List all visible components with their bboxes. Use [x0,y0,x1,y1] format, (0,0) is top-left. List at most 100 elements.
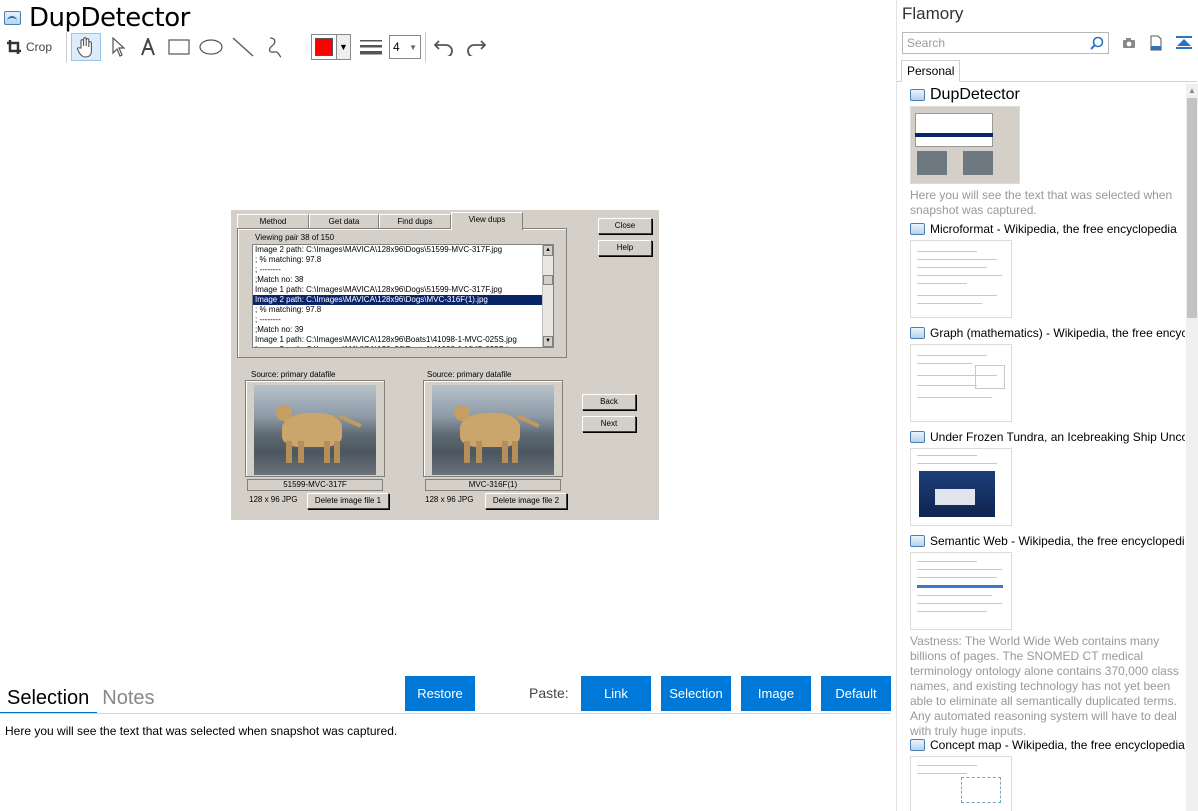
favicon-icon [910,739,925,751]
snapshot-list-line: Image 2 path: C:\Images\MAVICA\128x96\Do… [253,295,553,305]
scroll-thumb [543,275,553,285]
list-item-thumbnail [910,106,1020,184]
line-width-value: 4 [393,40,400,54]
list-item[interactable]: Microformat - Wikipedia, the free encycl… [910,222,1185,318]
snapshot-list-line: Image 2 path: C:\Images\MAVICA\128x96\Do… [255,245,503,254]
undo-icon [433,40,453,56]
select-tool-button[interactable] [105,33,131,61]
list-item-title: Under Frozen Tundra, an Icebreaking Ship… [930,430,1185,444]
snapshot-source-label-2: Source: primary datafile [427,370,512,379]
ellipse-tool-button[interactable] [197,33,225,61]
chevron-down-icon: ▼ [409,42,418,52]
favicon-icon [910,535,925,547]
hand-tool-button[interactable] [71,33,102,61]
list-item[interactable]: Semantic Web - Wikipedia, the free encyc… [910,534,1185,739]
scroll-thumb[interactable] [1187,98,1197,318]
arrow-pointer-icon [112,37,126,57]
freehand-tool-button[interactable] [261,33,289,61]
snapshot-filename-2: MVC-316F(1) [425,479,561,491]
color-swatch [315,38,334,56]
freehand-icon [268,37,282,58]
chevron-down-icon: ▼ [336,35,351,59]
dog-photo-2 [432,385,554,475]
favicon-icon [910,327,925,339]
list-item-title: DupDetector [930,86,1020,103]
favicon-icon [910,431,925,443]
list-item-thumbnail [910,344,1012,422]
tab-selection[interactable]: Selection [0,687,95,712]
paste-label: Paste: [529,685,569,701]
toolbar-separator [425,32,427,62]
scroll-down-icon: ▼ [543,336,553,347]
list-item-thumbnail [910,448,1012,526]
tab-personal[interactable]: Personal [901,60,961,82]
list-item-desc: Vastness: The World Wide Web contains ma… [910,634,1179,738]
rectangle-tool-button[interactable] [165,33,193,61]
snapshot-list-line: ; -------- [255,315,281,324]
flamory-sidebar: Flamory Search Personal DupDetector Here… [896,0,1198,811]
toolbar-separator [66,32,68,62]
line-width-icon [357,33,385,61]
line-width-select[interactable]: 4 ▼ [389,35,422,59]
line-icon [232,37,254,57]
annotation-toolbar: Crop ▼ 4 ▼ [0,32,494,62]
crop-label: Crop [26,40,53,54]
snapshot-list-line: Image 2 path: C:\Images\MAVICA\128x96\Bo… [253,345,553,347]
color-picker[interactable]: ▼ [311,34,352,60]
snapshot-filename-1: 51599-MVC-317F [247,479,383,491]
list-item[interactable]: Under Frozen Tundra, an Icebreaking Ship… [910,430,1185,526]
restore-button[interactable]: Restore [405,676,475,711]
search-icon[interactable] [1090,36,1104,53]
line-tool-button[interactable] [229,33,257,61]
list-item-thumbnail [910,552,1012,630]
tab-notes[interactable]: Notes [95,687,160,712]
paste-image-button[interactable]: Image [741,676,811,711]
list-item[interactable]: DupDetector Here you will see the text t… [910,86,1185,218]
snapshot-delete-1-button: Delete image file 1 [307,493,389,509]
bottom-divider [0,713,891,714]
list-item-title: Concept map - Wikipedia, the free encycl… [930,738,1185,752]
dog-photo-1 [254,385,376,475]
snapshot-help-button: Help [598,240,652,256]
snapshot-list-line: ; % matching: 97.8 [255,305,322,314]
text-icon [141,38,155,56]
title-row: DupDetector [4,3,190,33]
document-title: DupDetector [29,3,190,33]
list-item[interactable]: Graph (mathematics) - Wikipedia, the fre… [910,326,1185,422]
camera-icon[interactable] [1120,34,1138,52]
snapshot-list-line: ;Match no: 38 [255,275,304,284]
crop-button[interactable]: Crop [0,33,58,61]
snapshot-image: Method Get data Find dups View dups View… [231,210,659,520]
hand-icon [76,37,92,58]
redo-icon [467,40,487,56]
selection-text[interactable]: Here you will see the text that was sele… [5,724,397,738]
scroll-up-icon[interactable]: ▲ [1186,84,1198,98]
list-item-title: Graph (mathematics) - Wikipedia, the fre… [930,326,1185,340]
document-icon[interactable] [1147,34,1165,52]
search-input[interactable]: Search [902,32,1109,54]
paste-selection-button[interactable]: Selection [661,676,731,711]
paste-link-button[interactable]: Link [581,676,651,711]
snapshot-list: DupDetector Here you will see the text t… [897,84,1185,811]
snapshot-listbox: Image 2 path: C:\Images\MAVICA\128x96\Do… [252,244,554,348]
snapshot-photo-frame-2 [423,380,563,477]
collapse-top-icon[interactable] [1175,34,1193,52]
paste-default-button[interactable]: Default [821,676,891,711]
snapshot-delete-2-button: Delete image file 2 [485,493,567,509]
text-tool-button[interactable] [135,33,161,61]
app-icon [4,11,21,25]
snapshot-list-line: Image 1 path: C:\Images\MAVICA\128x96\Bo… [255,335,517,344]
favicon-icon [910,89,925,101]
snapshot-list-line: ; -------- [255,265,281,274]
sidebar-scrollbar[interactable]: ▲ [1186,84,1198,811]
list-item-thumbnail [910,756,1012,811]
rectangle-icon [168,39,190,55]
snapshot-close-button: Close [598,218,652,234]
undo-button[interactable] [430,33,458,61]
snapshot-size-2: 128 x 96 JPG [425,495,474,504]
bottom-tabs: Selection Notes [0,680,161,712]
list-item[interactable]: Concept map - Wikipedia, the free encycl… [910,738,1185,811]
list-item-title: Semantic Web - Wikipedia, the free encyc… [930,534,1185,548]
list-item-desc: Here you will see the text that was sele… [910,188,1173,217]
redo-button[interactable] [462,33,490,61]
